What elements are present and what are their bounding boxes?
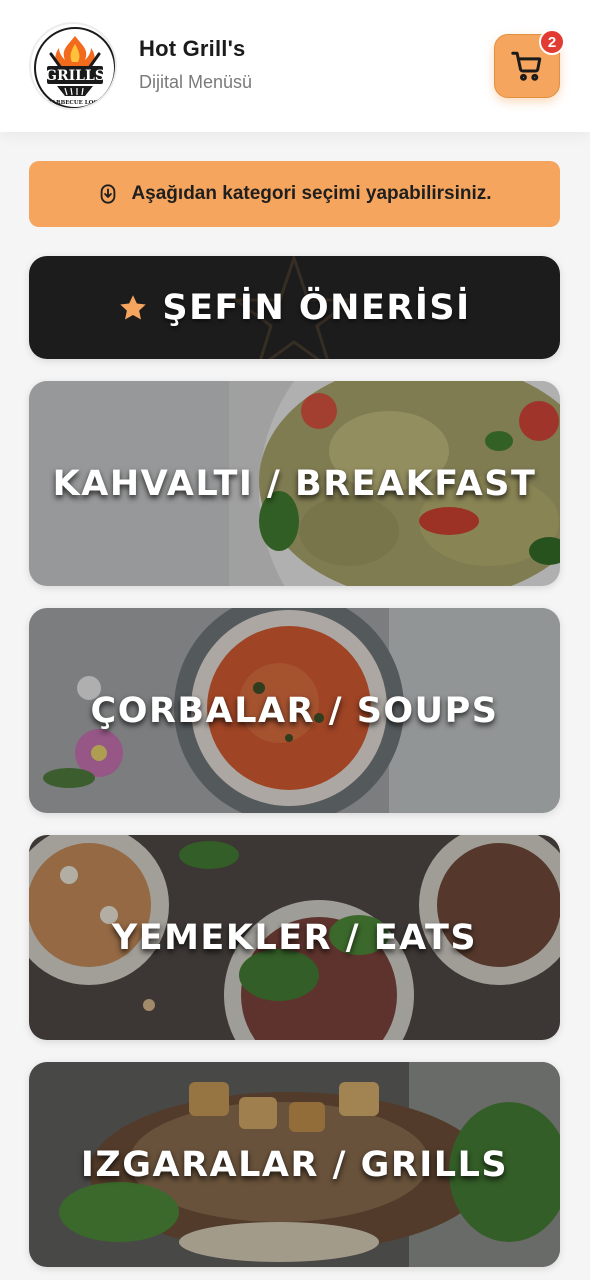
app-header: GRILLS BARBECUE LOGO Hot Grill's Dijital…	[0, 0, 590, 132]
grills-logo-image: GRILLS BARBECUE LOGO	[34, 27, 115, 108]
info-banner-text: Aşağıdan kategori seçimi yapabilirsiniz.	[131, 183, 492, 204]
cart-count-badge: 2	[539, 29, 565, 55]
info-banner: Aşağıdan kategori seçimi yapabilirsiniz.	[29, 161, 560, 227]
category-grills[interactable]: IZGARALAR / GRILLS	[29, 1062, 560, 1267]
chef-label-row: ŞEFİN ÖNERİSİ	[29, 288, 560, 328]
arrow-down-circle-icon	[101, 184, 116, 204]
category-eats[interactable]: YEMEKLER / EATS	[29, 835, 560, 1040]
shopping-cart-icon	[511, 51, 542, 81]
category-label: KAHVALTI / BREAKFAST	[52, 463, 537, 504]
logo-subtext: BARBECUE LOGO	[47, 100, 103, 106]
brand-title: Hot Grill's	[139, 36, 246, 61]
brand-logo[interactable]: GRILLS BARBECUE LOGO	[29, 22, 117, 110]
category-label: ÇORBALAR / SOUPS	[90, 690, 499, 731]
category-label: IZGARALAR / GRILLS	[80, 1144, 509, 1185]
category-breakfast[interactable]: KAHVALTI / BREAKFAST	[29, 381, 560, 586]
category-label: YEMEKLER / EATS	[111, 917, 478, 958]
brand-subtitle: Dijital Menüsü	[139, 72, 253, 92]
chef-label: ŞEFİN ÖNERİSİ	[162, 287, 471, 328]
category-chef-recommendation[interactable]: ŞEFİN ÖNERİSİ	[29, 256, 560, 359]
logo-text: GRILLS	[45, 68, 105, 84]
star-icon	[120, 294, 147, 319]
category-soups[interactable]: ÇORBALAR / SOUPS	[29, 608, 560, 813]
